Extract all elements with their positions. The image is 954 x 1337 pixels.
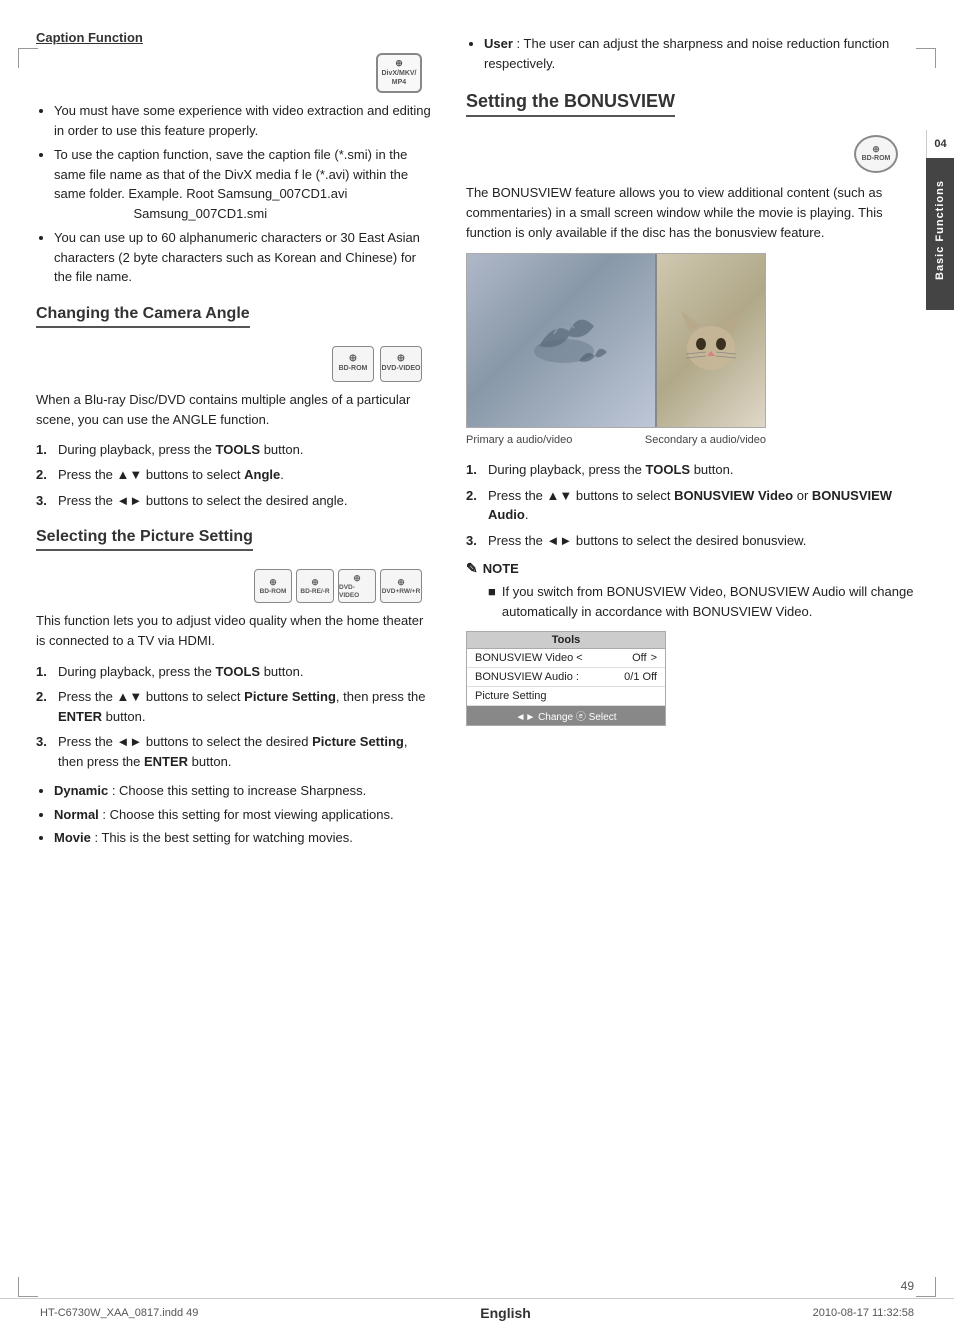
caption-function-section: Caption Function ⊕ DivX/MKV/MP4 You must… bbox=[36, 30, 432, 287]
picture-setting-subbullets: Dynamic : Choose this setting to increas… bbox=[36, 781, 432, 848]
picture-setting-title: Selecting the Picture Setting bbox=[36, 528, 253, 551]
tools-menu: Tools BONUSVIEW Video < Off > BONUSVIEW … bbox=[466, 631, 666, 726]
bonusview-body: The BONUSVIEW feature allows you to view… bbox=[466, 183, 918, 243]
caption-bullet-2: To use the caption function, save the ca… bbox=[54, 145, 432, 223]
note-text: If you switch from BONUSVIEW Video, BONU… bbox=[502, 582, 918, 621]
picture-setting-section: Selecting the Picture Setting ⊕ BD-ROM ⊕… bbox=[36, 528, 432, 847]
bonusview-primary-video bbox=[467, 254, 661, 427]
bonusview-section: Setting the BONUSVIEW ⊕ BD-ROM The BONUS… bbox=[466, 91, 918, 726]
tools-menu-bonusview-audio-value: 0/1 Off bbox=[624, 671, 657, 683]
tools-menu-bonusview-video-label: BONUSVIEW Video < bbox=[475, 652, 583, 664]
ps-normal: Normal : Choose this setting for most vi… bbox=[54, 805, 432, 825]
tools-menu-header: Tools bbox=[467, 632, 665, 649]
note-title: ✎ NOTE bbox=[466, 560, 918, 577]
tools-menu-arrow-right: > bbox=[651, 652, 657, 664]
note-body: ■ If you switch from BONUSVIEW Video, BO… bbox=[466, 582, 918, 621]
bonusview-secondary-video bbox=[655, 254, 765, 427]
ps-bd-re-badge: ⊕ BD-RE/-R bbox=[296, 569, 334, 603]
secondary-label: Secondary a audio/video bbox=[645, 434, 766, 446]
corner-mark-br bbox=[916, 1277, 936, 1297]
camera-angle-title: Changing the Camera Angle bbox=[36, 305, 250, 328]
divx-badge: ⊕ DivX/MKV/MP4 bbox=[376, 53, 422, 93]
caption-function-title: Caption Function bbox=[36, 30, 432, 45]
corner-mark-tl bbox=[18, 48, 38, 68]
footer-language: English bbox=[480, 1305, 531, 1321]
primary-label: Primary a audio/video bbox=[466, 434, 572, 446]
user-bullet: User : The user can adjust the sharpness… bbox=[466, 34, 918, 73]
caption-bullet-1: You must have some experience with video… bbox=[54, 101, 432, 140]
page-footer: HT-C6730W_XAA_0817.indd 49 English 2010-… bbox=[0, 1298, 954, 1321]
bonusview-steps: 1. During playback, press the TOOLS butt… bbox=[466, 460, 918, 550]
picture-setting-body: This function lets you to adjust video q… bbox=[36, 611, 432, 651]
ps-dynamic: Dynamic : Choose this setting to increas… bbox=[54, 781, 432, 801]
ps-step-1: 1. During playback, press the TOOLS butt… bbox=[36, 662, 432, 682]
caption-bullets: You must have some experience with video… bbox=[36, 101, 432, 287]
bd-rom-badge: ⊕ BD-ROM bbox=[332, 346, 374, 382]
bonusview-title: Setting the BONUSVIEW bbox=[466, 91, 675, 117]
camera-angle-step-3: 3. Press the ◄► buttons to select the de… bbox=[36, 491, 432, 511]
ps-bd-rom-badge: ⊕ BD-ROM bbox=[254, 569, 292, 603]
chapter-sidebar-tab: Basic Functions bbox=[926, 150, 954, 310]
tools-menu-row-2: BONUSVIEW Audio : 0/1 Off bbox=[467, 668, 665, 687]
corner-mark-tr bbox=[916, 48, 936, 68]
chapter-title: Basic Functions bbox=[934, 180, 946, 280]
page-number: 49 bbox=[901, 1279, 914, 1293]
bv-step-1: 1. During playback, press the TOOLS butt… bbox=[466, 460, 918, 480]
ps-user: User : The user can adjust the sharpness… bbox=[484, 34, 918, 73]
bonusview-image-labels: Primary a audio/video Secondary a audio/… bbox=[466, 434, 766, 446]
tools-menu-footer: ◄► Change ⓔ Select bbox=[467, 706, 665, 725]
content-area: Caption Function ⊕ DivX/MKV/MP4 You must… bbox=[36, 30, 918, 854]
corner-mark-bl bbox=[18, 1277, 38, 1297]
right-column: User : The user can adjust the sharpness… bbox=[456, 30, 918, 854]
bv-step-2: 2. Press the ▲▼ buttons to select BONUSV… bbox=[466, 486, 918, 525]
dvd-video-badge: ⊕ DVD-VIDEO bbox=[380, 346, 422, 382]
chapter-number: 04 bbox=[934, 138, 946, 150]
tools-menu-bonusview-video-value: Off bbox=[632, 652, 646, 664]
bv-step-3: 3. Press the ◄► buttons to select the de… bbox=[466, 531, 918, 551]
tools-menu-picture-label: Picture Setting bbox=[475, 690, 547, 702]
note-pencil-icon: ✎ bbox=[466, 560, 478, 577]
picture-setting-steps: 1. During playback, press the TOOLS butt… bbox=[36, 662, 432, 772]
ps-dvd-video-badge: ⊕ DVD-VIDEO bbox=[338, 569, 376, 603]
camera-angle-badges: ⊕ BD-ROM ⊕ DVD-VIDEO bbox=[36, 346, 422, 382]
camera-angle-steps: 1. During playback, press the TOOLS butt… bbox=[36, 440, 432, 511]
bonusview-image bbox=[466, 253, 766, 428]
tools-menu-row-3: Picture Setting bbox=[467, 687, 665, 706]
camera-angle-step-2: 2. Press the ▲▼ buttons to select Angle. bbox=[36, 465, 432, 485]
secondary-video-illustration bbox=[671, 296, 751, 386]
bonusview-bd-rom-badge: ⊕ BD-ROM bbox=[854, 135, 898, 173]
camera-angle-body: When a Blu-ray Disc/DVD contains multipl… bbox=[36, 390, 432, 430]
ps-step-2: 2. Press the ▲▼ buttons to select Pictur… bbox=[36, 687, 432, 726]
camera-angle-step-1: 1. During playback, press the TOOLS butt… bbox=[36, 440, 432, 460]
ps-movie: Movie : This is the best setting for wat… bbox=[54, 828, 432, 848]
primary-video-illustration bbox=[499, 276, 629, 406]
ps-step-3: 3. Press the ◄► buttons to select the de… bbox=[36, 732, 432, 771]
page-wrapper: Basic Functions 04 Caption Function ⊕ Di… bbox=[0, 30, 954, 1337]
ps-dvd-rw-badge: ⊕ DVD+RW/+R bbox=[380, 569, 422, 603]
footer-file-info: HT-C6730W_XAA_0817.indd 49 bbox=[40, 1307, 198, 1319]
left-column: Caption Function ⊕ DivX/MKV/MP4 You must… bbox=[36, 30, 456, 854]
camera-angle-section: Changing the Camera Angle ⊕ BD-ROM ⊕ DVD… bbox=[36, 305, 432, 511]
footer-timestamp: 2010-08-17 11:32:58 bbox=[813, 1307, 914, 1319]
caption-bullet-3: You can use up to 60 alphanumeric charac… bbox=[54, 228, 432, 287]
tools-menu-row-1: BONUSVIEW Video < Off > bbox=[467, 649, 665, 668]
picture-setting-badges: ⊕ BD-ROM ⊕ BD-RE/-R ⊕ DVD-VIDEO ⊕ DVD+RW… bbox=[36, 569, 422, 603]
bonusview-note: ✎ NOTE ■ If you switch from BONUSVIEW Vi… bbox=[466, 560, 918, 621]
tools-menu-bonusview-audio-label: BONUSVIEW Audio : bbox=[475, 671, 579, 683]
